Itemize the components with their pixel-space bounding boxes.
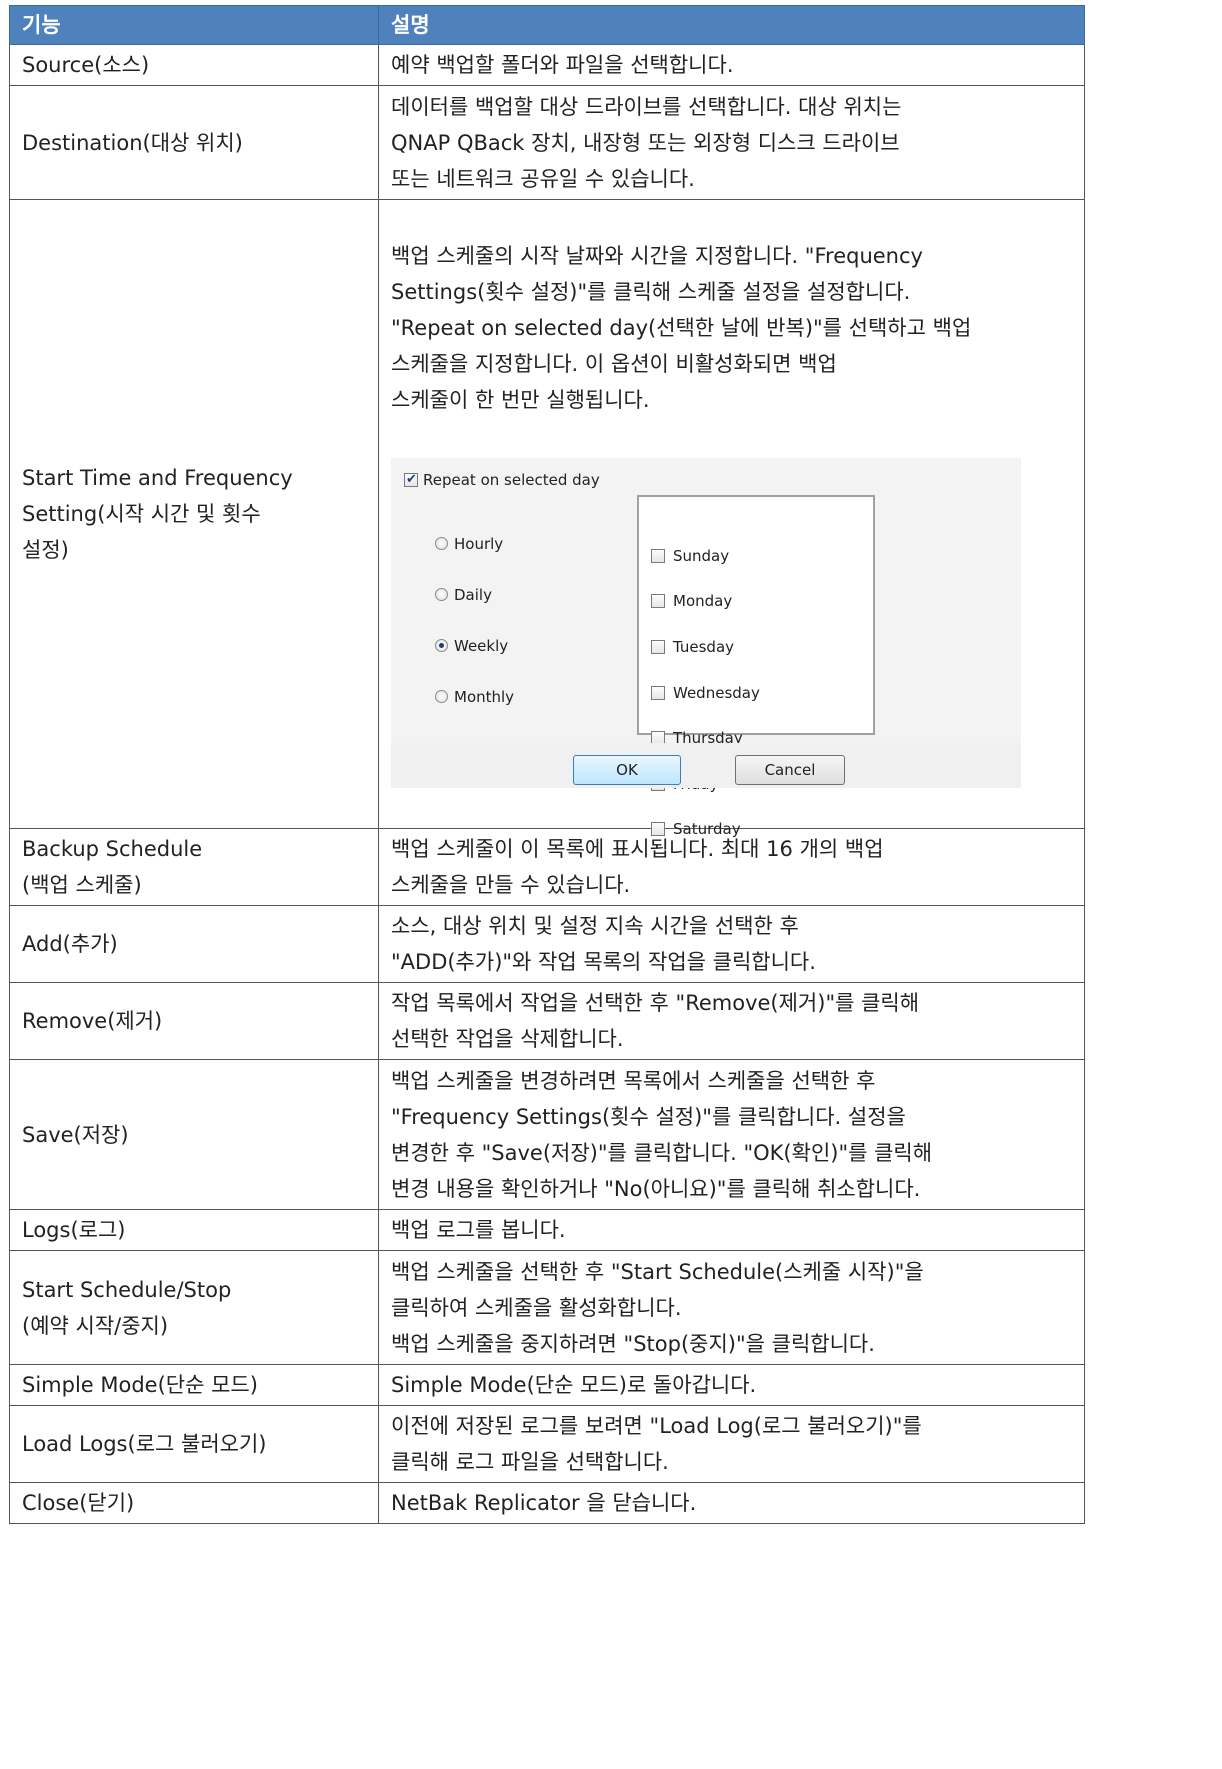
document-page: 기능 설명 Source(소스) 예약 백업할 폴더와 파일을 선택합니다. D…	[0, 0, 1222, 1769]
day-label: Sunday	[673, 546, 730, 565]
repeat-label: Repeat on selected day	[423, 471, 600, 489]
table-row: Source(소스) 예약 백업할 폴더와 파일을 선택합니다.	[9, 44, 1085, 86]
radio-hourly[interactable]: Hourly	[435, 528, 514, 559]
repeat-option[interactable]: Repeat on selected day	[404, 470, 600, 490]
feature-cell: Backup Schedule (백업 스케줄)	[9, 828, 379, 906]
day-item-saturday[interactable]: Saturday	[639, 817, 873, 843]
radio-button[interactable]	[435, 588, 448, 601]
table-header-row: 기능 설명	[9, 5, 1085, 45]
radio-button[interactable]	[435, 690, 448, 703]
day-list: Sunday Monday Tuesday Wednesday Thursday…	[637, 495, 875, 838]
frequency-radio-group: Hourly Daily Weekly Monthly	[435, 508, 514, 732]
description-cell: 백업 스케줄을 변경하려면 목록에서 스케줄을 선택한 후 "Frequency…	[378, 1059, 1085, 1210]
day-label: Wednesday	[673, 683, 760, 702]
description-cell: NetBak Replicator 을 닫습니다.	[378, 1482, 1085, 1524]
feature-cell: Load Logs(로그 불러오기)	[9, 1405, 379, 1483]
day-label: Tuesday	[673, 637, 735, 656]
description-cell: 이전에 저장된 로그를 보려면 "Load Log(로그 불러오기)"를 클릭해…	[378, 1405, 1085, 1483]
radio-label: Monthly	[454, 687, 515, 706]
radio-daily[interactable]: Daily	[435, 579, 514, 610]
feature-cell: Start Time and Frequency Setting(시작 시간 및…	[9, 199, 379, 829]
day-checkbox[interactable]	[651, 685, 665, 700]
description-cell: Simple Mode(단순 모드)로 돌아갑니다.	[378, 1364, 1085, 1406]
description-cell: 작업 목록에서 작업을 선택한 후 "Remove(제거)"를 클릭해 선택한 …	[378, 982, 1085, 1060]
description-cell: 데이터를 백업할 대상 드라이브를 선택합니다. 대상 위치는 QNAP QBa…	[378, 85, 1085, 200]
table-row: Save(저장) 백업 스케줄을 변경하려면 목록에서 스케줄을 선택한 후 "…	[9, 1059, 1085, 1210]
feature-cell: Save(저장)	[9, 1059, 379, 1210]
feature-cell: Close(닫기)	[9, 1482, 379, 1524]
description-cell: 소스, 대상 위치 및 설정 지속 시간을 선택한 후 "ADD(추가)"와 작…	[378, 905, 1085, 983]
table-row: Logs(로그) 백업 로그를 봅니다.	[9, 1209, 1085, 1251]
day-checkbox[interactable]	[651, 594, 665, 609]
radio-button-selected[interactable]	[435, 639, 448, 652]
table-row: Destination(대상 위치) 데이터를 백업할 대상 드라이브를 선택합…	[9, 85, 1085, 200]
table-row: Start Time and Frequency Setting(시작 시간 및…	[9, 199, 1085, 838]
radio-label: Hourly	[454, 534, 504, 553]
dialog-body: Repeat on selected day Hourly Daily	[391, 458, 1021, 838]
description-cell: 예약 백업할 폴더와 파일을 선택합니다.	[378, 44, 1085, 86]
feature-cell: Destination(대상 위치)	[9, 85, 379, 200]
feature-cell: Add(추가)	[9, 905, 379, 983]
day-label: Monday	[673, 592, 733, 611]
frequency-settings-dialog: Repeat on selected day Hourly Daily	[391, 458, 1021, 838]
header-description: 설명	[378, 5, 1085, 45]
dialog-footer	[391, 743, 1021, 788]
feature-cell: Simple Mode(단순 모드)	[9, 1364, 379, 1406]
table-row: Simple Mode(단순 모드) Simple Mode(단순 모드)로 돌…	[9, 1364, 1085, 1406]
radio-monthly[interactable]: Monthly	[435, 681, 514, 712]
radio-button[interactable]	[435, 537, 448, 550]
radio-weekly[interactable]: Weekly	[435, 630, 514, 661]
day-item-tuesday[interactable]: Tuesday	[639, 634, 873, 660]
feature-cell: Start Schedule/Stop (예약 시작/중지)	[9, 1250, 379, 1365]
table-row: Start Schedule/Stop (예약 시작/중지) 백업 스케줄을 선…	[9, 1250, 1085, 1365]
ok-button[interactable]: OK	[573, 755, 681, 785]
day-checkbox[interactable]	[651, 822, 665, 837]
feature-table: 기능 설명 Source(소스) 예약 백업할 폴더와 파일을 선택합니다. D…	[9, 5, 1085, 1524]
radio-label: Weekly	[454, 636, 509, 655]
day-item-monday[interactable]: Monday	[639, 589, 873, 615]
description-cell: 백업 스케줄의 시작 날짜와 시간을 지정합니다. "Frequency Set…	[378, 199, 1085, 838]
table-row: Close(닫기) NetBak Replicator 을 닫습니다.	[9, 1482, 1085, 1524]
cancel-button[interactable]: Cancel	[735, 755, 845, 785]
day-checkbox[interactable]	[651, 639, 665, 654]
day-item-sunday[interactable]: Sunday	[639, 543, 873, 569]
table-row: Remove(제거) 작업 목록에서 작업을 선택한 후 "Remove(제거)…	[9, 982, 1085, 1060]
description-cell: 백업 로그를 봅니다.	[378, 1209, 1085, 1251]
feature-cell: Source(소스)	[9, 44, 379, 86]
repeat-checkbox[interactable]	[404, 470, 418, 490]
feature-cell: Remove(제거)	[9, 982, 379, 1060]
table-row: Add(추가) 소스, 대상 위치 및 설정 지속 시간을 선택한 후 "ADD…	[9, 905, 1085, 983]
feature-cell: Logs(로그)	[9, 1209, 379, 1251]
description-cell: 백업 스케줄을 선택한 후 "Start Schedule(스케줄 시작)"을 …	[378, 1250, 1085, 1365]
day-item-wednesday[interactable]: Wednesday	[639, 680, 873, 706]
table-row: Backup Schedule (백업 스케줄) 백업 스케줄이 이 목록에 표…	[9, 828, 1085, 906]
description-text: 백업 스케줄의 시작 날짜와 시간을 지정합니다. "Frequency Set…	[391, 244, 972, 412]
radio-label: Daily	[454, 585, 492, 604]
table-row: Load Logs(로그 불러오기) 이전에 저장된 로그를 보려면 "Load…	[9, 1405, 1085, 1483]
day-label: Saturday	[673, 820, 741, 839]
header-feature: 기능	[9, 5, 379, 45]
day-checkbox[interactable]	[651, 548, 665, 563]
